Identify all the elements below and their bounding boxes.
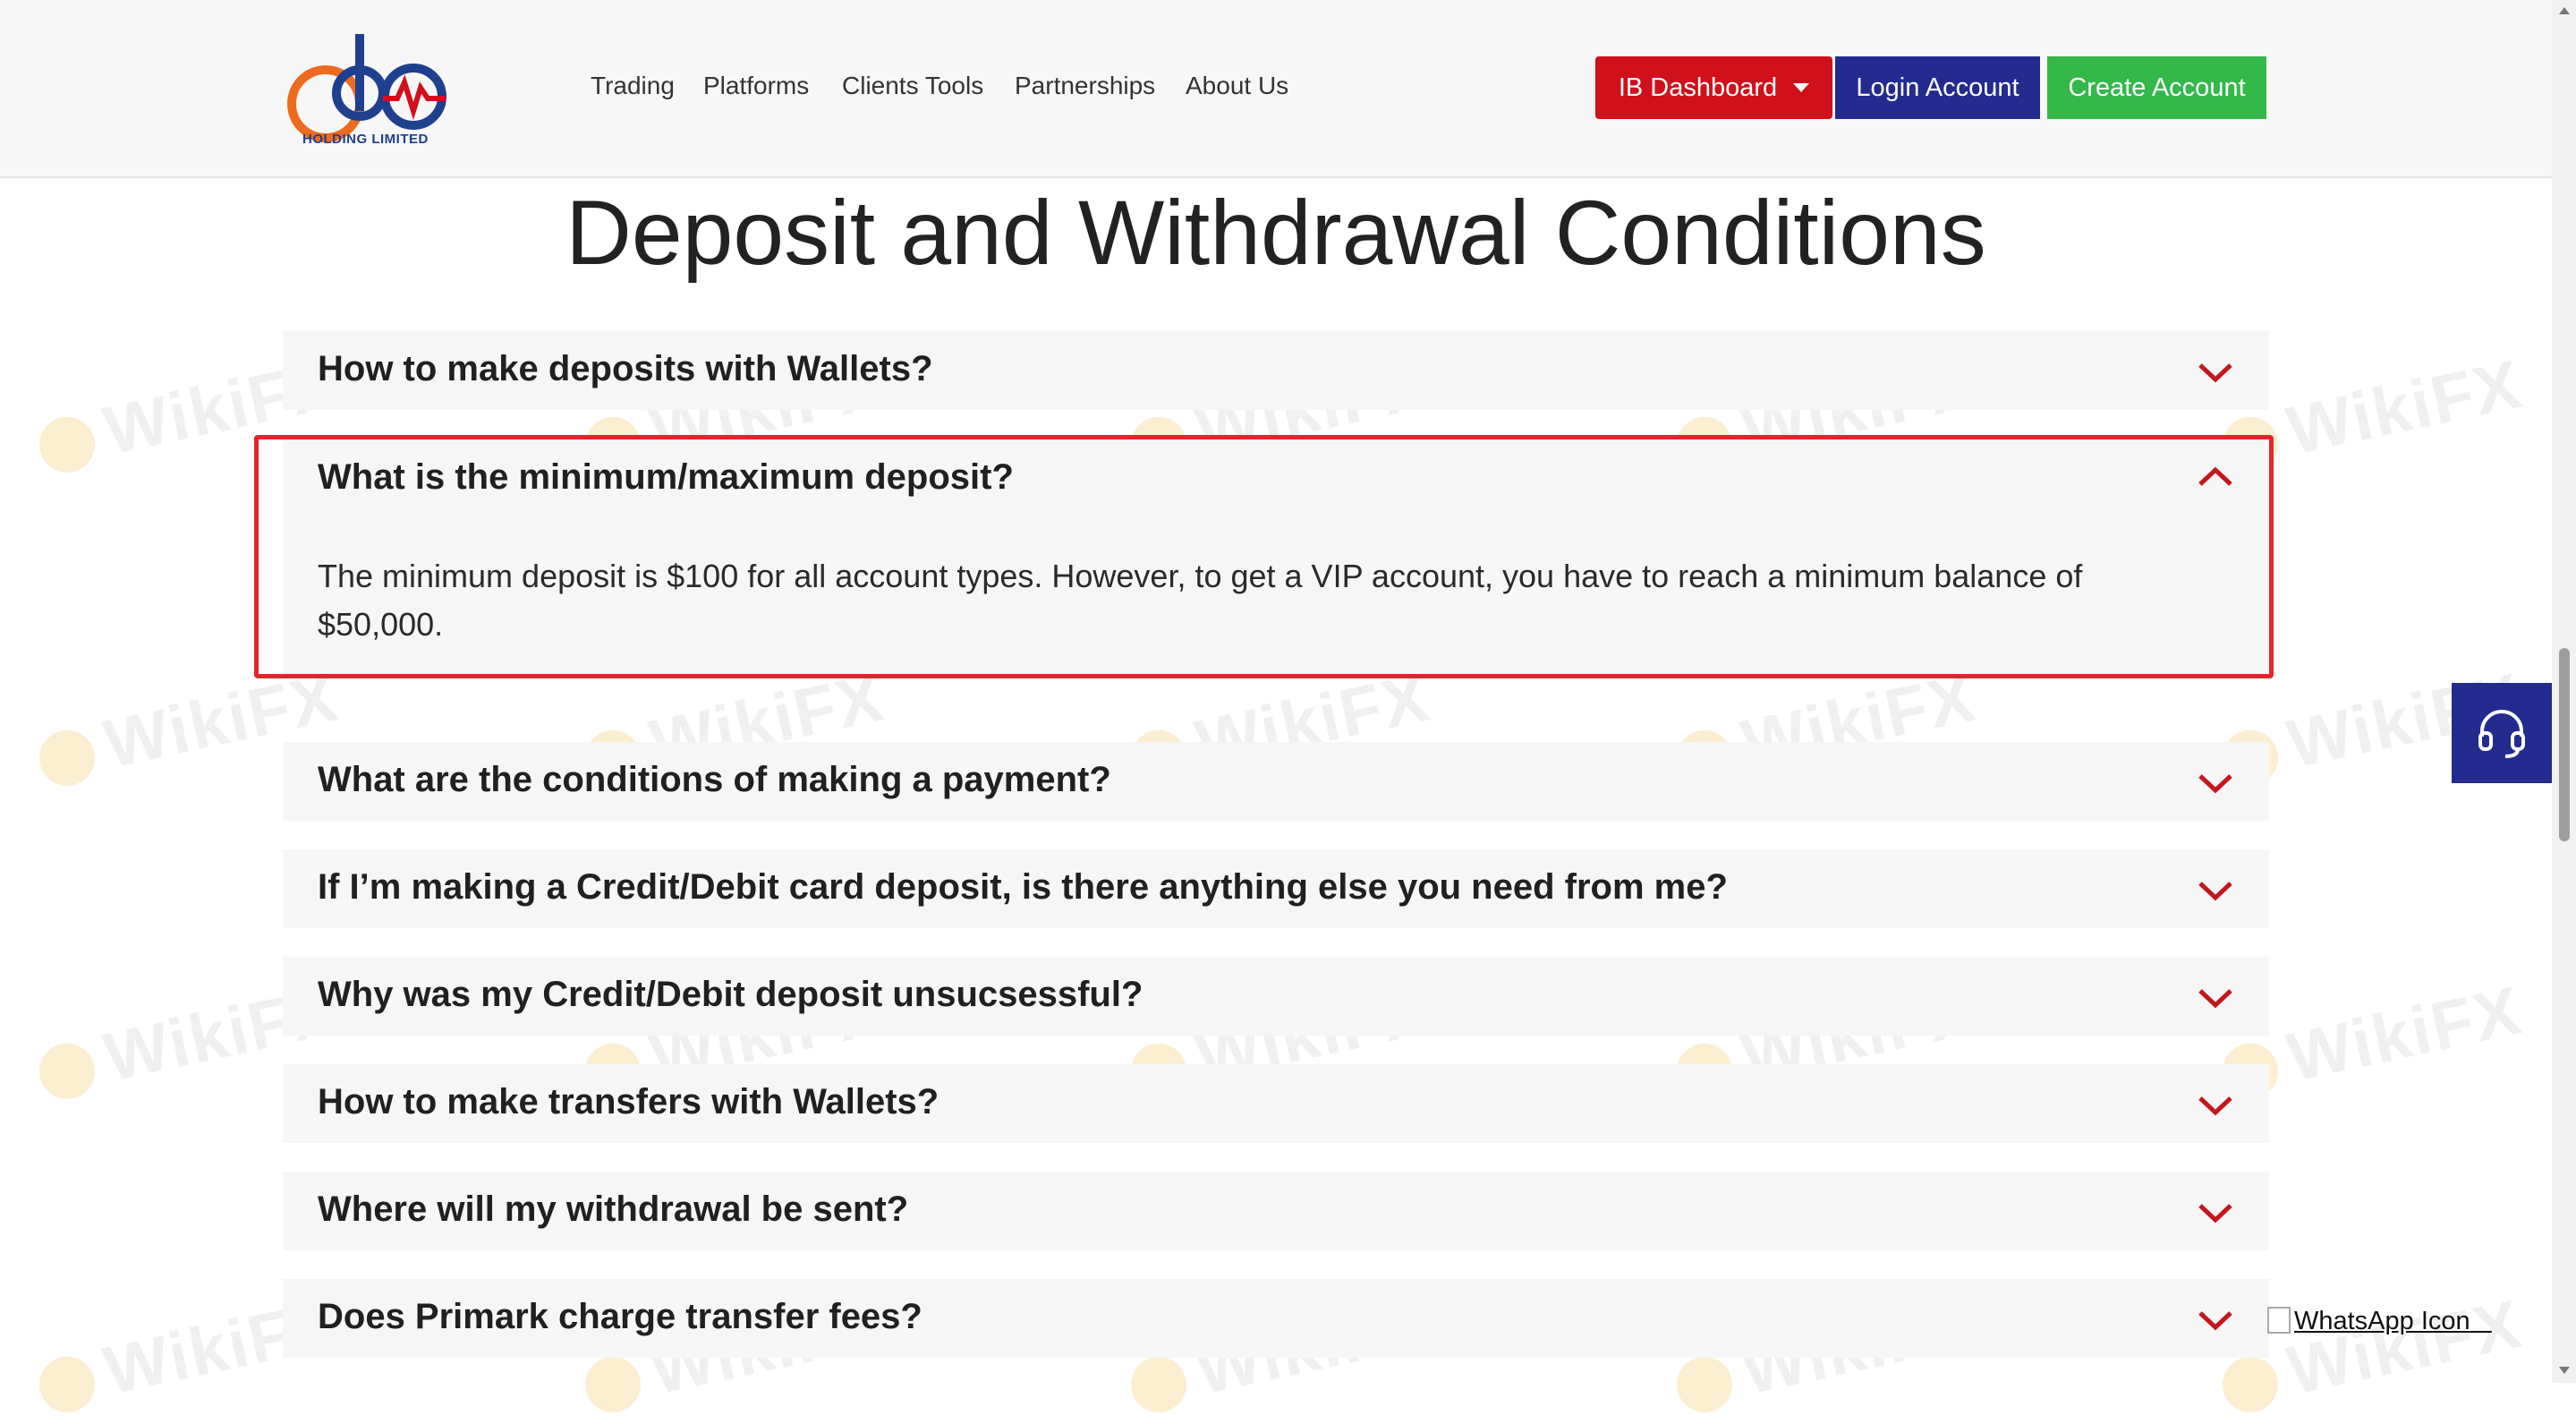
faq-question: Where will my withdrawal be sent? [318,1190,909,1229]
create-account-button[interactable]: Create Account [2047,56,2266,119]
faq-item[interactable]: If I’m making a Credit/Debit card deposi… [283,849,2269,928]
faq-question: Does Primark charge transfer fees? [318,1297,922,1336]
faq-item[interactable]: Where will my withdrawal be sent? [283,1172,2269,1250]
broken-image-icon [2267,1307,2291,1334]
site-header: HOLDING LIMITED Trading Platforms Client… [0,0,2552,178]
faq-question: What are the conditions of making a paym… [318,760,1111,799]
faq-item[interactable]: Why was my Credit/Debit deposit unsucses… [283,957,2269,1036]
nav-platforms[interactable]: Platforms [703,72,809,100]
nav-trading[interactable]: Trading [591,72,675,100]
faq-question: How to make deposits with Wallets? [318,349,933,388]
ib-dashboard-button[interactable]: IB Dashboard [1595,56,1832,119]
faq-item[interactable]: How to make deposits with Wallets? [283,331,2269,410]
faq-question: How to make transfers with Wallets? [318,1082,939,1121]
chevron-down-icon [2198,363,2232,383]
logo-caption: HOLDING LIMITED [302,132,429,147]
whatsapp-alt-text: WhatsApp Icon [2294,1307,2470,1335]
chevron-down-icon [2198,1204,2232,1224]
watermark-logo-icon [34,1038,100,1104]
watermark-text: WikiFX [2281,1285,2529,1410]
faq-question: What is the minimum/maximum deposit? [318,457,1014,497]
watermark-logo-icon [34,1352,100,1418]
scroll-down-arrow-icon[interactable] [2559,1367,2570,1374]
faq-item-expanded[interactable]: What is the minimum/maximum deposit? The… [283,439,2269,674]
watermark-logo-icon [1126,1352,1192,1418]
chevron-down-icon [2198,882,2232,901]
page-scrollbar[interactable] [2552,0,2576,1383]
support-chat-button[interactable] [2452,683,2552,783]
chevron-up-icon [2198,466,2232,486]
watermark-text: WikiFX [2281,345,2529,470]
nav-about-us[interactable]: About Us [1186,72,1288,100]
nav-clients-tools[interactable]: Clients Tools [842,72,983,100]
watermark-text: WikiFX [2281,972,2529,1096]
login-account-button[interactable]: Login Account [1835,56,2040,119]
page-title: Deposit and Withdrawal Conditions [565,182,1986,284]
ib-dashboard-label: IB Dashboard [1618,72,1778,102]
watermark-logo-icon [34,725,100,791]
caret-down-icon [1793,83,1810,92]
watermark-logo-icon [2217,1352,2283,1418]
scroll-up-arrow-icon[interactable] [2559,7,2570,14]
chevron-down-icon [2198,774,2232,794]
faq-answer: The minimum deposit is $100 for all acco… [318,558,2083,643]
faq-question: If I’m making a Credit/Debit card deposi… [318,867,1728,907]
faq-item[interactable]: How to make transfers with Wallets? [283,1064,2269,1143]
chevron-down-icon [2198,1096,2232,1116]
faq-item[interactable]: Does Primark charge transfer fees? [283,1279,2269,1358]
nav-partnerships[interactable]: Partnerships [1015,72,1155,100]
watermark-logo-icon [1671,1352,1738,1418]
chevron-down-icon [2198,989,2232,1009]
whatsapp-link[interactable]: WhatsApp Icon [2267,1307,2492,1336]
headset-icon [2478,710,2525,758]
watermark-logo-icon [34,412,100,478]
faq-question: Why was my Credit/Debit deposit unsucses… [318,975,1143,1014]
chevron-down-icon [2198,1311,2232,1331]
faq-item[interactable]: What are the conditions of making a paym… [283,742,2269,821]
watermark-logo-icon [580,1352,646,1418]
scrollbar-thumb[interactable] [2559,648,2570,841]
